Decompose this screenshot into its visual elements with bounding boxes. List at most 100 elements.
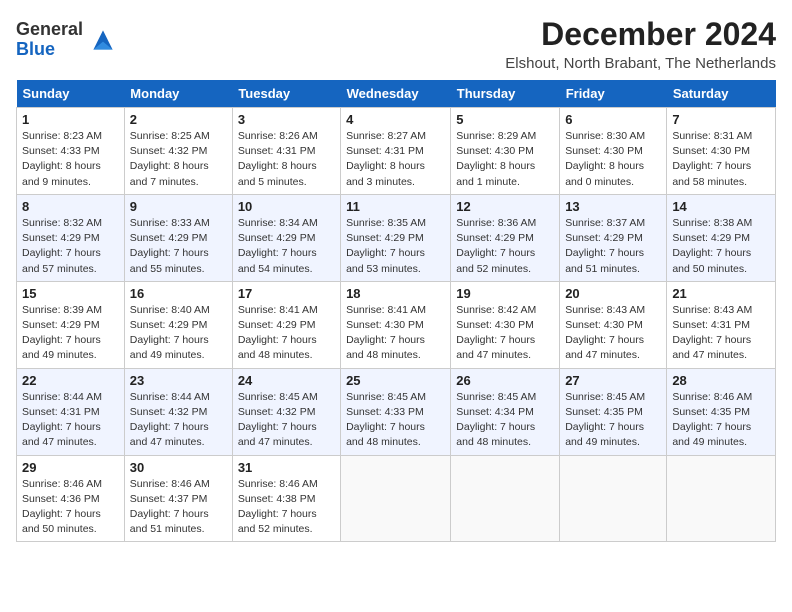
- day-detail: Sunrise: 8:26 AMSunset: 4:31 PMDaylight:…: [238, 129, 335, 190]
- calendar-cell: 4 Sunrise: 8:27 AMSunset: 4:31 PMDaylight…: [341, 108, 451, 195]
- day-number: 13: [565, 199, 661, 214]
- day-number: 8: [22, 199, 119, 214]
- calendar-cell: 8Sunrise: 8:32 AMSunset: 4:29 PMDaylight…: [17, 194, 125, 281]
- day-detail: Sunrise: 8:46 AMSunset: 4:35 PMDaylight:…: [672, 390, 770, 451]
- calendar-cell: 27 Sunrise: 8:45 AMSunset: 4:35 PMDayligh…: [560, 368, 667, 455]
- weekday-header-sunday: Sunday: [17, 80, 125, 108]
- day-detail: Sunrise: 8:30 AMSunset: 4:30 PMDaylight:…: [565, 129, 661, 190]
- calendar-cell: 10 Sunrise: 8:34 AMSunset: 4:29 PMDayligh…: [232, 194, 340, 281]
- calendar-cell: 11 Sunrise: 8:35 AMSunset: 4:29 PMDayligh…: [341, 194, 451, 281]
- day-detail: Sunrise: 8:46 AMSunset: 4:37 PMDaylight:…: [130, 477, 227, 538]
- day-detail: Sunrise: 8:37 AMSunset: 4:29 PMDaylight:…: [565, 216, 661, 277]
- day-number: 3: [238, 112, 335, 127]
- day-number: 1: [22, 112, 119, 127]
- day-number: 5: [456, 112, 554, 127]
- day-detail: Sunrise: 8:41 AMSunset: 4:30 PMDaylight:…: [346, 303, 445, 364]
- calendar-cell: 20 Sunrise: 8:43 AMSunset: 4:30 PMDayligh…: [560, 281, 667, 368]
- day-detail: Sunrise: 8:44 AMSunset: 4:32 PMDaylight:…: [130, 390, 227, 451]
- calendar-cell: 24 Sunrise: 8:45 AMSunset: 4:32 PMDayligh…: [232, 368, 340, 455]
- calendar-cell: 5 Sunrise: 8:29 AMSunset: 4:30 PMDaylight…: [451, 108, 560, 195]
- calendar-cell: 22 Sunrise: 8:44 AMSunset: 4:31 PMDayligh…: [17, 368, 125, 455]
- weekday-header-tuesday: Tuesday: [232, 80, 340, 108]
- day-detail: Sunrise: 8:41 AMSunset: 4:29 PMDaylight:…: [238, 303, 335, 364]
- weekday-header-saturday: Saturday: [667, 80, 776, 108]
- calendar-cell: 29Sunrise: 8:46 AMSunset: 4:36 PMDayligh…: [17, 455, 125, 542]
- calendar-cell: 17 Sunrise: 8:41 AMSunset: 4:29 PMDayligh…: [232, 281, 340, 368]
- logo-text: General Blue: [16, 20, 83, 60]
- calendar-cell: [341, 455, 451, 542]
- calendar-cell: 15Sunrise: 8:39 AMSunset: 4:29 PMDayligh…: [17, 281, 125, 368]
- day-number: 2: [130, 112, 227, 127]
- day-detail: Sunrise: 8:43 AMSunset: 4:31 PMDaylight:…: [672, 303, 770, 364]
- day-detail: Sunrise: 8:43 AMSunset: 4:30 PMDaylight:…: [565, 303, 661, 364]
- calendar-cell: 14 Sunrise: 8:38 AMSunset: 4:29 PMDayligh…: [667, 194, 776, 281]
- day-number: 20: [565, 286, 661, 301]
- calendar-cell: 16Sunrise: 8:40 AMSunset: 4:29 PMDayligh…: [124, 281, 232, 368]
- day-detail: Sunrise: 8:42 AMSunset: 4:30 PMDaylight:…: [456, 303, 554, 364]
- calendar-cell: 31 Sunrise: 8:46 AMSunset: 4:38 PMDayligh…: [232, 455, 340, 542]
- day-detail: Sunrise: 8:44 AMSunset: 4:31 PMDaylight:…: [22, 390, 119, 451]
- calendar-week-row: 1 Sunrise: 8:23 AMSunset: 4:33 PMDaylight…: [17, 108, 776, 195]
- day-detail: Sunrise: 8:27 AMSunset: 4:31 PMDaylight:…: [346, 129, 445, 190]
- calendar-cell: 19 Sunrise: 8:42 AMSunset: 4:30 PMDayligh…: [451, 281, 560, 368]
- calendar-week-row: 22 Sunrise: 8:44 AMSunset: 4:31 PMDayligh…: [17, 368, 776, 455]
- weekday-header-thursday: Thursday: [451, 80, 560, 108]
- calendar-cell: 13 Sunrise: 8:37 AMSunset: 4:29 PMDayligh…: [560, 194, 667, 281]
- day-detail: Sunrise: 8:35 AMSunset: 4:29 PMDaylight:…: [346, 216, 445, 277]
- calendar-cell: 23 Sunrise: 8:44 AMSunset: 4:32 PMDayligh…: [124, 368, 232, 455]
- calendar-cell: 26Sunrise: 8:45 AMSunset: 4:34 PMDayligh…: [451, 368, 560, 455]
- day-number: 25: [346, 373, 445, 388]
- day-number: 24: [238, 373, 335, 388]
- day-detail: Sunrise: 8:46 AMSunset: 4:38 PMDaylight:…: [238, 477, 335, 538]
- day-detail: Sunrise: 8:25 AMSunset: 4:32 PMDaylight:…: [130, 129, 227, 190]
- day-number: 31: [238, 460, 335, 475]
- day-number: 19: [456, 286, 554, 301]
- logo: General Blue: [16, 20, 119, 60]
- weekday-header-wednesday: Wednesday: [341, 80, 451, 108]
- logo-icon: [87, 24, 119, 56]
- calendar-cell: 6 Sunrise: 8:30 AMSunset: 4:30 PMDaylight…: [560, 108, 667, 195]
- calendar-cell: 18Sunrise: 8:41 AMSunset: 4:30 PMDayligh…: [341, 281, 451, 368]
- day-detail: Sunrise: 8:23 AMSunset: 4:33 PMDaylight:…: [22, 129, 119, 190]
- calendar-cell: 2 Sunrise: 8:25 AMSunset: 4:32 PMDaylight…: [124, 108, 232, 195]
- day-detail: Sunrise: 8:34 AMSunset: 4:29 PMDaylight:…: [238, 216, 335, 277]
- day-detail: Sunrise: 8:38 AMSunset: 4:29 PMDaylight:…: [672, 216, 770, 277]
- day-number: 7: [672, 112, 770, 127]
- day-detail: Sunrise: 8:45 AMSunset: 4:35 PMDaylight:…: [565, 390, 661, 451]
- day-number: 10: [238, 199, 335, 214]
- calendar-cell: 21 Sunrise: 8:43 AMSunset: 4:31 PMDayligh…: [667, 281, 776, 368]
- day-number: 28: [672, 373, 770, 388]
- weekday-header-friday: Friday: [560, 80, 667, 108]
- day-detail: Sunrise: 8:31 AMSunset: 4:30 PMDaylight:…: [672, 129, 770, 190]
- day-detail: Sunrise: 8:29 AMSunset: 4:30 PMDaylight:…: [456, 129, 554, 190]
- day-number: 6: [565, 112, 661, 127]
- day-number: 23: [130, 373, 227, 388]
- calendar-cell: 12Sunrise: 8:36 AMSunset: 4:29 PMDayligh…: [451, 194, 560, 281]
- day-number: 11: [346, 199, 445, 214]
- calendar-cell: [667, 455, 776, 542]
- day-detail: Sunrise: 8:36 AMSunset: 4:29 PMDaylight:…: [456, 216, 554, 277]
- calendar-table: SundayMondayTuesdayWednesdayThursdayFrid…: [16, 80, 776, 542]
- day-number: 14: [672, 199, 770, 214]
- day-number: 27: [565, 373, 661, 388]
- calendar-cell: 7 Sunrise: 8:31 AMSunset: 4:30 PMDaylight…: [667, 108, 776, 195]
- day-detail: Sunrise: 8:40 AMSunset: 4:29 PMDaylight:…: [130, 303, 227, 364]
- calendar-cell: [451, 455, 560, 542]
- calendar-cell: 1 Sunrise: 8:23 AMSunset: 4:33 PMDaylight…: [17, 108, 125, 195]
- day-number: 22: [22, 373, 119, 388]
- day-number: 9: [130, 199, 227, 214]
- day-number: 29: [22, 460, 119, 475]
- day-number: 21: [672, 286, 770, 301]
- day-detail: Sunrise: 8:45 AMSunset: 4:32 PMDaylight:…: [238, 390, 335, 451]
- calendar-cell: 25 Sunrise: 8:45 AMSunset: 4:33 PMDayligh…: [341, 368, 451, 455]
- day-number: 26: [456, 373, 554, 388]
- calendar-week-row: 8Sunrise: 8:32 AMSunset: 4:29 PMDaylight…: [17, 194, 776, 281]
- day-number: 17: [238, 286, 335, 301]
- weekday-header-monday: Monday: [124, 80, 232, 108]
- title-section: December 2024 Elshout, North Brabant, Th…: [505, 16, 776, 72]
- day-detail: Sunrise: 8:33 AMSunset: 4:29 PMDaylight:…: [130, 216, 227, 277]
- day-detail: Sunrise: 8:45 AMSunset: 4:33 PMDaylight:…: [346, 390, 445, 451]
- day-number: 4: [346, 112, 445, 127]
- day-detail: Sunrise: 8:39 AMSunset: 4:29 PMDaylight:…: [22, 303, 119, 364]
- page-header: General Blue December 2024 Elshout, Nort…: [16, 16, 776, 72]
